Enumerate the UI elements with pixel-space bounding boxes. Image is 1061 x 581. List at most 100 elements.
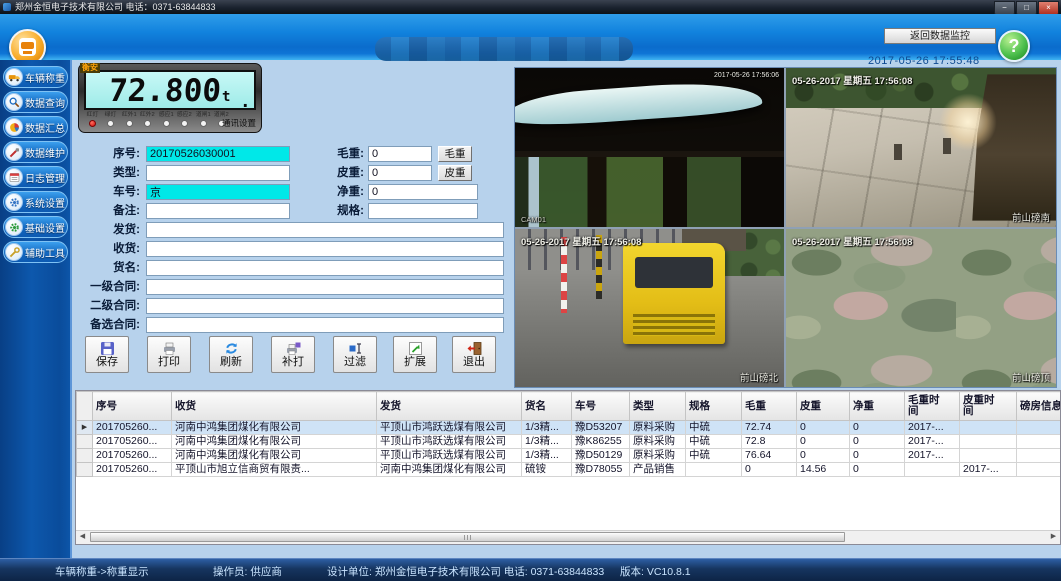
help-button[interactable]: ? [998,30,1030,62]
indicator-dot [163,120,170,127]
expand-arrow-icon [407,341,424,356]
row-selector[interactable] [77,449,93,463]
sidebar-item-basic-settings[interactable]: 基础设置 [3,216,68,238]
goods-input[interactable] [146,260,504,276]
net-label: 净重: [328,184,364,200]
status-version: 版本: VC10.8.1 [620,564,691,579]
sidebar-item-system-settings[interactable]: 系统设置 [3,191,68,213]
filter-icon [347,341,364,356]
table-cell: 1/3精... [522,449,572,463]
pie-chart-icon [5,118,23,136]
horizontal-scrollbar[interactable]: ◀ ▶ [76,530,1060,544]
scroll-left-arrow[interactable]: ◀ [76,531,89,543]
spec-input[interactable] [368,203,478,219]
remark-label: 备注: [76,203,140,219]
reprint-button[interactable]: 补打 [271,336,315,373]
return-monitor-button[interactable]: 返回数据监控 [884,28,996,44]
filter-button[interactable]: 过滤 [333,336,377,373]
table-cell [960,449,1017,463]
goods-label: 货名: [76,260,140,276]
sidebar-item-data-maintenance[interactable]: 数据维护 [3,141,68,163]
table-cell: 平顶山市旭立信商贸有限责... [172,463,377,477]
table-cell: 76.64 [742,449,797,463]
scale-display: 衡安 72.800 t . 红灯绿灯红外1红外2感应1感应2道闸1道闸2 通讯设… [78,63,262,133]
minimize-button[interactable]: − [994,1,1015,15]
camera-view-top[interactable]: 05-26-2017 星期五 17:56:08 前山磅顶 [786,229,1056,387]
table-cell: 产品销售 [630,463,686,477]
column-header[interactable]: 皮重时间 [960,392,1017,421]
camera-label: 前山磅北 [740,370,778,384]
shipper-label: 发货: [76,222,140,238]
close-button[interactable]: × [1038,1,1059,15]
row-selector[interactable] [77,435,93,449]
column-header[interactable]: 毛重 [742,392,797,421]
receiver-input[interactable] [146,241,504,257]
camera-label: 前山磅顶 [1012,370,1050,384]
column-header[interactable]: 皮重 [797,392,850,421]
reprint-icon [285,341,302,356]
column-header[interactable]: 收货 [172,392,377,421]
column-header[interactable]: 净重 [850,392,905,421]
scrollbar-thumb[interactable] [90,532,845,542]
table-cell: 0 [797,449,850,463]
camera-view-cam01[interactable]: 2017-05-26 17:56:06 CAM01 [515,68,784,227]
column-header[interactable]: 车号 [572,392,630,421]
sidebar: 车辆称重 数据查询 数据汇总 数据维护 日志管理 系统设置 基础设置 辅助工具 [0,60,72,558]
gross-weigh-button[interactable]: 毛重 [438,146,472,162]
camera-grid: 2017-05-26 17:56:06 CAM01 05-26-2017 星期五… [514,67,1057,388]
scroll-right-arrow[interactable]: ▶ [1047,531,1060,543]
row-selector[interactable] [77,463,93,477]
table-row[interactable]: 201705260...河南中鸿集团煤化有限公司平顶山市鸿跃选煤有限公司1/3精… [77,435,1061,449]
save-button[interactable]: 保存 [85,336,129,373]
column-header[interactable]: 类型 [630,392,686,421]
table-cell: 0 [850,421,905,435]
exit-button[interactable]: 退出 [452,336,496,373]
indicator-lamp: 绿灯 [102,111,121,132]
table-cell [905,463,960,477]
expand-button[interactable]: 扩展 [393,336,437,373]
sidebar-item-aux-tools[interactable]: 辅助工具 [3,241,68,263]
sidebar-item-weighing[interactable]: 车辆称重 [3,66,68,88]
camera-view-south[interactable]: 05-26-2017 星期五 17:56:08 前山磅南 [786,68,1056,227]
camera-view-north[interactable]: 05-26-2017 星期五 17:56:08 前山磅北 [515,229,784,387]
serial-input[interactable] [146,146,290,162]
column-header[interactable]: 规格 [686,392,742,421]
contract-alt-input[interactable] [146,317,504,333]
contract1-input[interactable] [146,279,504,295]
tare-weigh-button[interactable]: 皮重 [438,165,472,181]
table-cell [686,463,742,477]
maximize-button[interactable]: □ [1016,1,1037,15]
table-cell [1017,449,1061,463]
tare-input[interactable] [368,165,432,181]
comm-settings-link[interactable]: 通讯设置 [222,117,256,129]
column-header[interactable]: 货名 [522,392,572,421]
blurred-title-region [375,37,633,61]
table-row[interactable]: ▶201705260...河南中鸿集团煤化有限公司平顶山市鸿跃选煤有限公司1/3… [77,421,1061,435]
table-cell: 原料采购 [630,421,686,435]
column-header[interactable]: 毛重时间 [905,392,960,421]
scale-brand: 衡安 [80,63,100,73]
column-header[interactable]: 序号 [93,392,172,421]
type-input[interactable] [146,165,290,181]
table-cell: 0 [797,421,850,435]
print-button[interactable]: 打印 [147,336,191,373]
table-row[interactable]: 201705260...河南中鸿集团煤化有限公司平顶山市鸿跃选煤有限公司1/3精… [77,449,1061,463]
shipper-input[interactable] [146,222,504,238]
gross-input[interactable] [368,146,432,162]
remark-input[interactable] [146,203,290,219]
table-cell: 2017-... [905,449,960,463]
sidebar-item-data-query[interactable]: 数据查询 [3,91,68,113]
gear-icon [5,193,23,211]
table-row[interactable]: 201705260...平顶山市旭立信商贸有限责...河南中鸿集团煤化有限公司硫… [77,463,1061,477]
scale-indicators: 红灯绿灯红外1红外2感应1感应2道闸1道闸2 [83,111,231,132]
column-header[interactable]: 发货 [377,392,522,421]
table-cell: 中硫 [686,435,742,449]
refresh-button[interactable]: 刷新 [209,336,253,373]
row-selector[interactable]: ▶ [77,421,93,435]
contract2-input[interactable] [146,298,504,314]
column-header[interactable]: 磅房信息 [1017,392,1061,421]
plate-input[interactable] [146,184,290,200]
sidebar-item-log-management[interactable]: 日志管理 [3,166,68,188]
sidebar-item-data-summary[interactable]: 数据汇总 [3,116,68,138]
net-input[interactable] [368,184,478,200]
